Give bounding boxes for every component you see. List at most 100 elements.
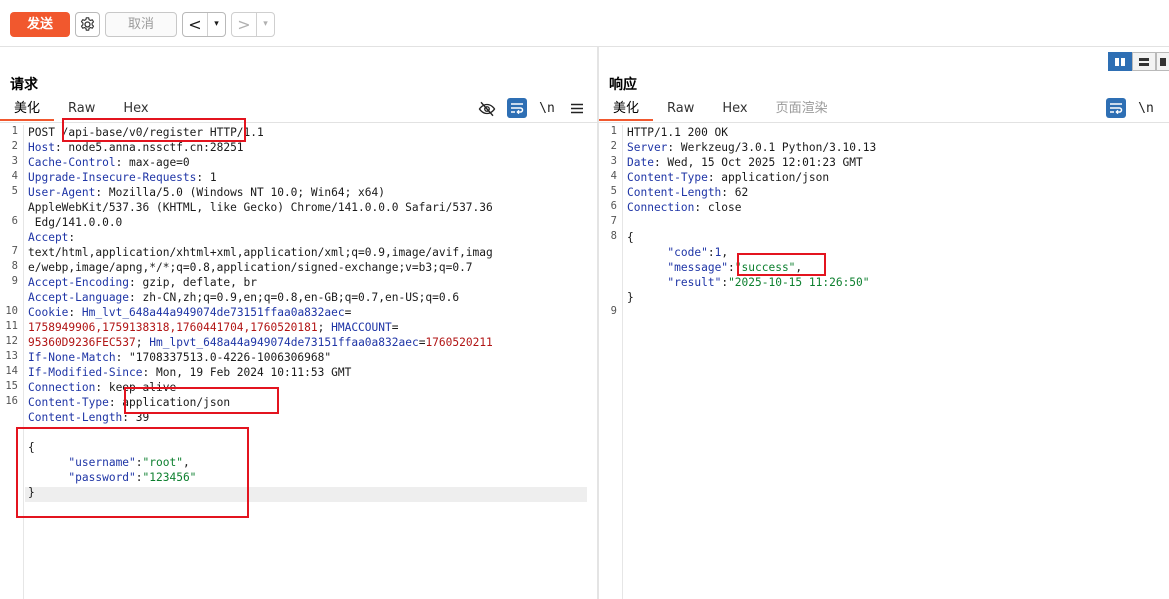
settings-button[interactable] bbox=[75, 12, 100, 37]
code-token: : 62 bbox=[721, 186, 749, 199]
code-token: Content-Type bbox=[627, 171, 708, 184]
code-token: Connection bbox=[627, 201, 695, 214]
code-line: Content-Length: 62 bbox=[627, 185, 748, 200]
newline-label: \n bbox=[539, 100, 555, 116]
code-token: : gzip, deflate, br bbox=[129, 276, 258, 289]
line-number: 2 bbox=[610, 140, 617, 152]
code-line: e/webp,image/apng,*/*;q=0.8,application/… bbox=[28, 260, 473, 275]
line-number: 12 bbox=[5, 335, 18, 347]
newline-label: \n bbox=[1138, 100, 1154, 116]
code-token: : Wed, 15 Oct 2025 12:01:23 GMT bbox=[653, 156, 863, 169]
code-token: Cookie bbox=[28, 306, 69, 319]
line-number: 4 bbox=[11, 170, 18, 182]
code-token: Server bbox=[627, 141, 668, 154]
code-token: : close bbox=[694, 201, 742, 214]
code-token: Date bbox=[627, 156, 654, 169]
code-token: Hm_lvt_648a44a949074de73151ffaa0a832aec bbox=[81, 306, 345, 319]
forward-button[interactable]: > bbox=[232, 13, 256, 36]
response-editor[interactable]: 123456789 HTTP/1.1 200 OK Server: Werkzeu… bbox=[599, 125, 1169, 599]
request-title: 请求 bbox=[10, 77, 38, 93]
code-token: "2025-10-15 11:26:50" bbox=[728, 276, 870, 289]
code-token: 95360D9236FEC537 bbox=[28, 336, 136, 349]
word-wrap-icon bbox=[511, 103, 524, 114]
code-token: : 1 bbox=[196, 171, 217, 184]
toolbar: 发送 取消 < ▾ > ▾ bbox=[0, 0, 1169, 47]
code-token: AppleWebKit/537.36 (KHTML, like Gecko) C… bbox=[28, 201, 493, 214]
code-line: Date: Wed, 15 Oct 2025 12:01:23 GMT bbox=[627, 155, 863, 170]
code-line: Accept: bbox=[28, 230, 75, 245]
back-history-dropdown[interactable]: ▾ bbox=[207, 13, 225, 36]
response-tab-raw[interactable]: Raw bbox=[653, 99, 708, 121]
line-number: 2 bbox=[11, 140, 18, 152]
line-number: 6 bbox=[610, 200, 617, 212]
line-number: 5 bbox=[11, 185, 18, 197]
code-token: = bbox=[391, 321, 399, 334]
request-editor[interactable]: 1 2 3 4 5 6 7 8 9 10 11 12 13 14 15 16 POST /api-base/v… bbox=[0, 125, 598, 599]
code-line: 95360D9236FEC537; Hm_lpvt_648a44a949074d… bbox=[28, 335, 493, 350]
code-token: 1758949906,1759138318,1760441704,1760520… bbox=[28, 321, 318, 334]
code-line: Server: Werkzeug/3.0.1 Python/3.10.13 bbox=[627, 140, 876, 155]
line-number: 14 bbox=[5, 365, 18, 377]
code-token: : bbox=[707, 246, 715, 259]
line-number: 15 bbox=[5, 380, 18, 392]
layout-rows-button[interactable] bbox=[1132, 52, 1156, 71]
line-number: 4 bbox=[610, 170, 617, 182]
response-tab-render[interactable]: 页面渲染 bbox=[762, 99, 842, 121]
code-token: ; bbox=[135, 336, 150, 349]
code-token: Host bbox=[28, 141, 55, 154]
code-line: Accept-Encoding: gzip, deflate, br bbox=[28, 275, 257, 290]
line-number: 3 bbox=[610, 155, 617, 167]
hide-nonprintable-button[interactable] bbox=[477, 99, 497, 119]
code-line: Cache-Control: max-age=0 bbox=[28, 155, 190, 170]
code-token: Cache-Control bbox=[28, 156, 116, 169]
back-button[interactable]: < bbox=[183, 13, 207, 36]
code-token: : Mon, 19 Feb 2024 10:11:53 GMT bbox=[142, 366, 352, 379]
send-button[interactable]: 发送 bbox=[10, 12, 70, 37]
code-token: Hm_lpvt_648a44a949074de73151ffaa0a832aec bbox=[149, 336, 419, 349]
request-show-newlines-button[interactable]: \n bbox=[537, 98, 557, 118]
line-number: 1 bbox=[11, 125, 18, 137]
code-token: Accept-Language bbox=[28, 291, 130, 304]
code-line: Edg/141.0.0.0 bbox=[28, 215, 123, 230]
code-line: { bbox=[627, 230, 634, 245]
code-token: : node5.anna.nssctf.cn:28251 bbox=[54, 141, 244, 154]
request-tab-pretty[interactable]: 美化 bbox=[0, 99, 55, 121]
line-number: 7 bbox=[610, 215, 617, 227]
response-tab-hex[interactable]: Hex bbox=[708, 99, 761, 121]
code-line: "result":"2025-10-15 11:26:50" bbox=[627, 275, 870, 290]
code-token: "message" bbox=[667, 261, 729, 274]
gear-icon bbox=[80, 17, 95, 31]
layout-columns-button[interactable] bbox=[1108, 52, 1132, 71]
request-word-wrap-button[interactable] bbox=[507, 98, 527, 118]
code-token: Accept bbox=[28, 231, 69, 244]
line-number: 10 bbox=[5, 305, 18, 317]
response-tabs: 美化 Raw Hex 页面渲染 bbox=[599, 99, 842, 121]
code-token: "result" bbox=[667, 276, 722, 289]
rows-layout-icon bbox=[1139, 57, 1149, 66]
cancel-button[interactable]: 取消 bbox=[105, 12, 177, 37]
code-line: Accept-Language: zh-CN,zh;q=0.9,en;q=0.8… bbox=[28, 290, 459, 305]
code-token: 1760520211 bbox=[425, 336, 493, 349]
code-token: ; bbox=[317, 321, 332, 334]
response-show-newlines-button[interactable]: \n bbox=[1136, 98, 1156, 118]
forward-history-dropdown[interactable]: ▾ bbox=[256, 13, 274, 36]
code-line: HTTP/1.1 200 OK bbox=[627, 125, 728, 140]
columns-layout-icon bbox=[1115, 57, 1125, 66]
layout-toggle bbox=[1108, 52, 1169, 71]
code-line: If-None-Match: "1708337513.0-4226-100630… bbox=[28, 350, 331, 365]
code-token: Accept-Encoding bbox=[28, 276, 130, 289]
code-line: Cookie: Hm_lvt_648a44a949074de73151ffaa0… bbox=[28, 305, 351, 320]
history-forward-group: > ▾ bbox=[231, 12, 275, 37]
code-token: } bbox=[627, 291, 634, 304]
response-title: 响应 bbox=[609, 77, 637, 93]
request-options-menu-button[interactable] bbox=[567, 98, 587, 118]
response-word-wrap-button[interactable] bbox=[1106, 98, 1126, 118]
code-token: , bbox=[721, 246, 729, 259]
request-panel: 请求 美化 Raw Hex \n 1 2 3 4 5 6 7 8 9 10 11 12 13 14 15 16 bbox=[0, 47, 598, 599]
response-tab-pretty[interactable]: 美化 bbox=[599, 99, 654, 121]
layout-single-button[interactable] bbox=[1156, 52, 1169, 71]
code-line: 1758949906,1759138318,1760441704,1760520… bbox=[28, 320, 398, 335]
code-token: : bbox=[728, 261, 735, 274]
